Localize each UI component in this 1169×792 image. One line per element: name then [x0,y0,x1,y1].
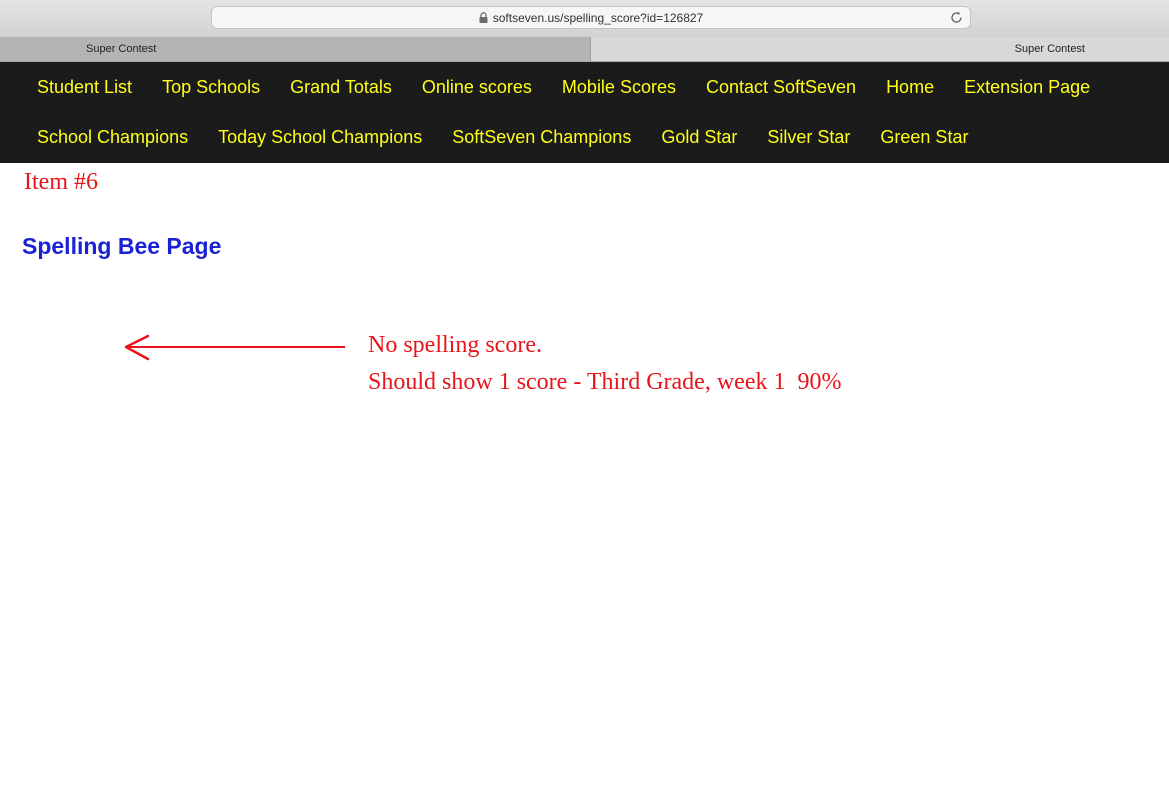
lock-icon [479,12,488,23]
nav-row-2: School Champions Today School Champions … [22,112,983,162]
nav-link-contact-softseven[interactable]: Contact SoftSeven [691,77,871,98]
nav-link-green-star[interactable]: Green Star [865,127,983,148]
nav-link-home[interactable]: Home [871,77,949,98]
nav-row-1: Student List Top Schools Grand Totals On… [22,62,1105,112]
nav-link-softseven-champions[interactable]: SoftSeven Champions [437,127,646,148]
nav-link-student-list[interactable]: Student List [22,77,147,98]
tab-label: Super Contest [86,43,157,55]
reload-icon[interactable] [949,10,964,25]
nav-link-online-scores[interactable]: Online scores [407,77,547,98]
annotation-expected-score: Should show 1 score - Third Grade, week … [368,369,842,395]
tab-label: Super Contest [1014,43,1085,55]
nav-link-gold-star[interactable]: Gold Star [646,127,752,148]
url-text: softseven.us/spelling_score?id=126827 [492,10,704,25]
tab-strip: Super Contest Super Contest [0,37,1169,62]
left-arrow-icon [124,334,345,361]
annotation-no-score: No spelling score. [368,332,542,358]
nav-link-school-champions[interactable]: School Champions [22,127,203,148]
nav-link-extension-page[interactable]: Extension Page [949,77,1105,98]
tab-super-contest-2[interactable]: Super Contest [591,37,1169,61]
nav-link-grand-totals[interactable]: Grand Totals [275,77,407,98]
tab-super-contest-1[interactable]: Super Contest [0,37,591,61]
main-nav: Student List Top Schools Grand Totals On… [0,62,1169,163]
nav-link-mobile-scores[interactable]: Mobile Scores [547,77,691,98]
page-title: Spelling Bee Page [22,233,222,259]
annotation-item-label: Item #6 [24,169,98,195]
address-bar[interactable]: softseven.us/spelling_score?id=126827 [211,6,971,29]
nav-link-silver-star[interactable]: Silver Star [752,127,865,148]
address-bar-content: softseven.us/spelling_score?id=126827 [212,7,970,28]
nav-link-top-schools[interactable]: Top Schools [147,77,275,98]
browser-toolbar: softseven.us/spelling_score?id=126827 [0,0,1169,38]
nav-link-today-school-champions[interactable]: Today School Champions [203,127,437,148]
